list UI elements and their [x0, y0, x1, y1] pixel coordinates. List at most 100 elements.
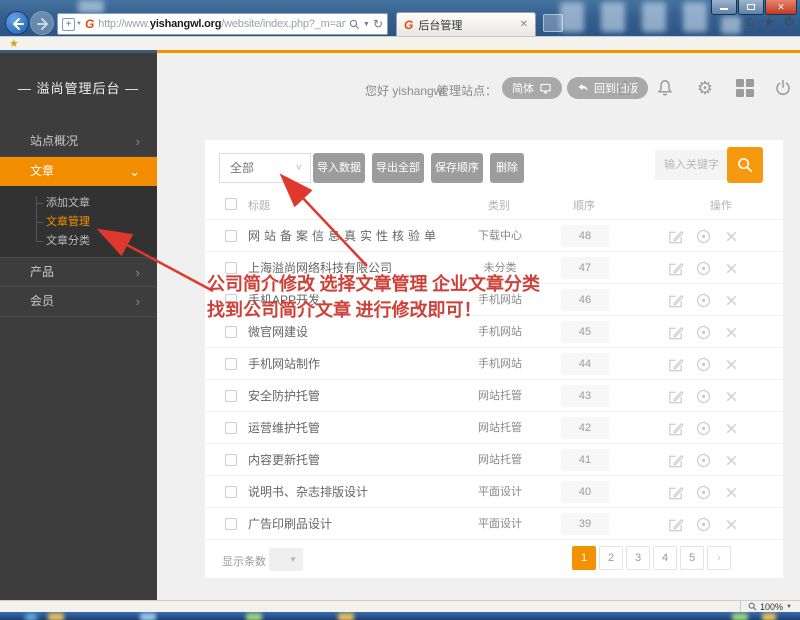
taskbar-item[interactable]: [140, 613, 156, 620]
sidebar-item-product[interactable]: 产品 ›: [0, 257, 157, 287]
row-checkbox[interactable]: [225, 454, 237, 466]
view-icon[interactable]: [695, 452, 712, 469]
view-icon[interactable]: [695, 356, 712, 373]
delete-icon[interactable]: [723, 420, 740, 437]
page-button-4[interactable]: 4: [653, 546, 677, 570]
order-input[interactable]: 44: [561, 353, 609, 375]
address-dropdown-icon[interactable]: ▼: [363, 21, 370, 28]
category-filter-select[interactable]: 全部 ˅: [219, 153, 311, 183]
order-input[interactable]: 45: [561, 321, 609, 343]
row-checkbox[interactable]: [225, 486, 237, 498]
order-input[interactable]: 43: [561, 385, 609, 407]
order-input[interactable]: 39: [561, 513, 609, 535]
per-page-select[interactable]: ▼: [269, 548, 303, 571]
edit-icon[interactable]: [667, 260, 684, 277]
search-input[interactable]: [655, 150, 727, 180]
refresh-icon[interactable]: ↻: [373, 17, 383, 31]
order-input[interactable]: 46: [561, 289, 609, 311]
page-button-2[interactable]: 2: [599, 546, 623, 570]
browser-forward-button[interactable]: [30, 11, 54, 35]
taskbar-item[interactable]: [246, 613, 262, 620]
view-icon[interactable]: [695, 228, 712, 245]
home-icon[interactable]: [615, 78, 635, 98]
edit-icon[interactable]: [667, 324, 684, 341]
order-input[interactable]: 47: [561, 257, 609, 279]
address-bar[interactable]: + ▼ G http://www.yishangwl.org/website/i…: [57, 13, 388, 35]
sidebar-item-site-overview[interactable]: 站点概况 ›: [0, 127, 157, 157]
submenu-item-article-category[interactable]: 文章分类: [46, 231, 90, 251]
row-checkbox[interactable]: [225, 390, 237, 402]
settings-gear-icon[interactable]: ⚙: [783, 14, 795, 30]
gear-icon[interactable]: ⚙: [695, 78, 715, 98]
power-logout-icon[interactable]: [773, 78, 793, 98]
order-input[interactable]: 42: [561, 417, 609, 439]
bell-icon[interactable]: [655, 78, 675, 98]
edit-icon[interactable]: [667, 292, 684, 309]
delete-icon[interactable]: [723, 228, 740, 245]
new-tab-button[interactable]: [543, 14, 563, 32]
language-button[interactable]: 简体: [502, 77, 562, 99]
row-checkbox[interactable]: [225, 326, 237, 338]
tab-close-icon[interactable]: ✕: [520, 19, 528, 30]
save-order-button[interactable]: 保存顺序: [431, 153, 483, 183]
sidebar-item-member[interactable]: 会员 ›: [0, 287, 157, 317]
back-to-old-version-button[interactable]: 回到旧版: [567, 77, 648, 99]
edit-icon[interactable]: [667, 420, 684, 437]
taskbar-item[interactable]: [338, 613, 354, 620]
delete-icon[interactable]: [723, 516, 740, 533]
edit-icon[interactable]: [667, 452, 684, 469]
edit-icon[interactable]: [667, 516, 684, 533]
apps-grid-icon[interactable]: [735, 78, 755, 98]
next-page-button[interactable]: ›: [707, 546, 731, 570]
delete-icon[interactable]: [723, 292, 740, 309]
sidebar-item-article[interactable]: 文章 ⌄: [0, 157, 157, 187]
taskbar-item[interactable]: [762, 613, 776, 620]
view-icon[interactable]: [695, 292, 712, 309]
edit-icon[interactable]: [667, 228, 684, 245]
view-icon[interactable]: [695, 516, 712, 533]
search-icon[interactable]: [349, 19, 360, 30]
start-orb[interactable]: [24, 613, 38, 620]
order-input[interactable]: 48: [561, 225, 609, 247]
export-all-button[interactable]: 导出全部: [372, 153, 424, 183]
select-all-checkbox[interactable]: [225, 198, 237, 210]
search-button[interactable]: [727, 147, 763, 183]
delete-button[interactable]: 删除: [490, 153, 524, 183]
page-button-1[interactable]: 1: [572, 546, 596, 570]
page-button-5[interactable]: 5: [680, 546, 704, 570]
taskbar-item[interactable]: [48, 613, 64, 620]
window-minimize-button[interactable]: [711, 0, 737, 15]
import-data-button[interactable]: 导入数据: [313, 153, 365, 183]
delete-icon[interactable]: [723, 260, 740, 277]
taskbar-item[interactable]: [732, 613, 748, 620]
edit-icon[interactable]: [667, 484, 684, 501]
delete-icon[interactable]: [723, 356, 740, 373]
favorites-star-icon[interactable]: ★: [764, 15, 775, 29]
compatibility-icon[interactable]: +: [62, 17, 75, 31]
browser-tab[interactable]: G 后台管理 ✕: [396, 12, 536, 36]
add-favorite-icon[interactable]: ★: [9, 37, 19, 51]
zoom-control[interactable]: 100% ▼: [740, 601, 792, 612]
row-checkbox[interactable]: [225, 518, 237, 530]
view-icon[interactable]: [695, 324, 712, 341]
submenu-item-add-article[interactable]: 添加文章: [46, 193, 90, 213]
edit-icon[interactable]: [667, 356, 684, 373]
home-icon[interactable]: ⌂: [746, 13, 755, 30]
row-checkbox[interactable]: [225, 230, 237, 242]
delete-icon[interactable]: [723, 484, 740, 501]
page-button-3[interactable]: 3: [626, 546, 650, 570]
view-icon[interactable]: [695, 420, 712, 437]
browser-back-button[interactable]: [5, 11, 29, 35]
delete-icon[interactable]: [723, 324, 740, 341]
view-icon[interactable]: [695, 260, 712, 277]
view-icon[interactable]: [695, 484, 712, 501]
order-input[interactable]: 40: [561, 481, 609, 503]
edit-icon[interactable]: [667, 388, 684, 405]
row-checkbox[interactable]: [225, 422, 237, 434]
row-checkbox[interactable]: [225, 358, 237, 370]
view-icon[interactable]: [695, 388, 712, 405]
order-input[interactable]: 41: [561, 449, 609, 471]
delete-icon[interactable]: [723, 452, 740, 469]
submenu-item-article-manage[interactable]: 文章管理: [46, 212, 90, 232]
windows-taskbar[interactable]: [0, 612, 800, 620]
